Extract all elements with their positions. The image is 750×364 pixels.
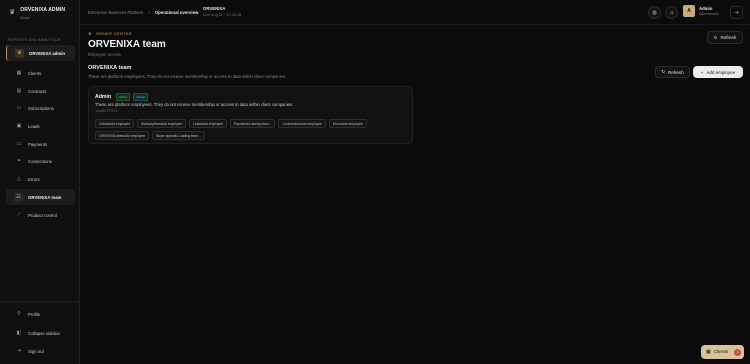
tenant-info: ORVENIXA Mon Aug 11 · 22:48:18 [203,6,241,17]
floating-clients-button[interactable]: ▦ Clients 1 [701,345,744,359]
breadcrumb: Enterprise Business Platform › Operation… [88,10,198,15]
users-icon: ☷ [14,192,23,202]
logout-icon: ⇥ [734,9,739,16]
sidebar-item-orvenixa-admin[interactable]: ♛ ORVENIXA admin [6,45,75,61]
permission-chip[interactable]: LeadsAdd employee [189,119,228,128]
sidebar-item-label: ORVENIXA admin [29,50,66,56]
collapse-icon: ◧ [16,330,22,336]
page-overline-text: OWNER CENTER [95,31,132,36]
permission-chip[interactable]: SubscriptionsAdd employee [137,119,187,128]
sidebar-item-orvenixa-team[interactable]: ☷ ORVENIXA team [6,189,75,205]
notifications-button[interactable]: ♫ [665,6,678,19]
wallet-icon: ▭ [16,141,22,147]
sidebar-item-label: Contracts [28,88,47,94]
team-section-title: ORVENIXA team [88,65,132,71]
permission-chip[interactable]: PaymentsLoading team... [230,119,276,128]
team-section-description: These are platform employees. They do no… [88,74,287,79]
user-icon: ⚲ [17,311,21,317]
crown-icon: ♛ [15,48,24,58]
inbox-icon: ▣ [16,123,22,129]
breadcrumb-current: Operational overview [154,10,199,15]
crown-icon: ♛ [9,9,16,16]
page-subtitle: Employee access [88,52,121,57]
breadcrumb-root[interactable]: Enterprise Business Platform [88,10,143,15]
sidebar-item-sign-out[interactable]: ⇥ Sign out [6,343,75,359]
brand[interactable]: ♛ ORVENIXA ADMIN Buyer [0,0,79,29]
logout-icon: ⇥ [16,348,22,354]
add-employee-button[interactable]: + Add employee [693,66,743,78]
sidebar-item-label: Clients [28,70,42,76]
page-title: ORVENIXA team [88,39,166,50]
sidebar-item-leads[interactable]: ▣ Leads [6,118,75,134]
sidebar: ♛ ORVENIXA ADMIN Buyer REPORTS AND ANALY… [0,0,80,364]
floating-clients-label: Clients [713,349,729,355]
sidebar-item-clients[interactable]: ▦ Clients [6,65,75,81]
sidebar-item-errors[interactable]: △ Errors [6,171,75,187]
logout-button[interactable]: ⇥ [730,6,743,19]
user-role: Administrator [699,12,719,16]
tenant-name: ORVENIXA [203,6,226,11]
notification-count-badge: 1 [734,348,742,356]
role-badge: Owner [133,93,149,101]
crown-icon: ♛ [88,32,92,36]
sidebar-item-label: Payments [28,141,48,147]
globe-icon: ◍ [652,9,657,16]
add-employee-label: Add employee [706,69,736,75]
sidebar-item-label: Product control [28,212,57,218]
permission-chip[interactable]: ORVENIXA teamAdd employee [95,131,150,140]
page-overline: ♛ OWNER CENTER [88,31,132,37]
employee-card[interactable]: Admin Active Owner These are platform em… [88,86,413,144]
sidebar-item-label: ORVENIXA team [28,194,62,200]
sidebar-item-label: Profile [28,311,41,317]
team-refresh-label: Refresh [668,69,684,75]
topbar: Enterprise Business Platform › Operation… [80,0,750,25]
sidebar-item-subscriptions[interactable]: ▭ Subscriptions [6,100,75,116]
sidebar-item-collapse[interactable]: ◧ Collapse sidebar [6,325,75,341]
building-icon: ▦ [706,349,711,355]
permission-chips: ClientsAdd employee SubscriptionsAdd emp… [95,119,395,140]
document-icon: ▤ [16,88,22,94]
sliders-icon: ⟋ [17,212,21,218]
permission-chip[interactable]: ConnectionsAdd employee [278,119,326,128]
permission-chip[interactable]: Buyer appeals Loading team... [152,131,205,140]
sidebar-item-connections[interactable]: ⚭ Connections [6,153,75,169]
page-refresh-label: Refresh [720,35,737,40]
refresh-icon: ↻ [713,34,718,40]
sidebar-item-label: Errors [28,176,40,182]
employee-card-header: Admin Active Owner [95,93,149,101]
brand-title: ORVENIXA ADMIN [20,7,66,13]
sidebar-item-label: Collapse sidebar [28,330,61,336]
breadcrumb-separator: › [148,10,150,15]
permission-chip[interactable]: ErrorsAdd employee [328,119,367,128]
employee-code: Y8dE07T0C1 [95,109,119,113]
employee-description: These are platform employees. They do no… [95,102,294,107]
sidebar-item-payments[interactable]: ▭ Payments [6,136,75,152]
sidebar-item-label: Leads [28,123,40,129]
link-icon: ⚭ [16,158,22,164]
user-name: Admin [699,6,713,11]
card-icon: ▭ [16,105,22,111]
sidebar-item-label: Sign out [28,348,44,354]
sidebar-item-contracts[interactable]: ▤ Contracts [6,83,75,99]
user-menu[interactable]: A Admin Administrator [683,5,719,17]
language-button[interactable]: ◍ [648,6,661,19]
page-refresh-button[interactable]: ↻ Refresh [707,31,743,44]
sidebar-item-product-control[interactable]: ⟋ Product control [6,207,75,223]
alert-icon: △ [17,176,21,182]
sidebar-item-label: Subscriptions [28,105,54,111]
permission-chip[interactable]: ClientsAdd employee [95,119,135,128]
sidebar-item-label: Connections [28,158,52,164]
status-badge: Active [116,93,131,101]
plus-icon: + [700,69,704,75]
brand-subtitle: Buyer [20,15,31,20]
sidebar-divider [0,301,80,302]
building-icon: ▦ [16,70,22,76]
refresh-icon: ↻ [661,69,665,74]
employee-name: Admin [95,94,112,100]
bell-icon: ♫ [669,9,674,16]
team-refresh-button[interactable]: ↻ Refresh [655,66,690,78]
tenant-date: Mon Aug 11 · 22:48:18 [203,13,242,17]
avatar: A [683,5,695,17]
sidebar-item-profile[interactable]: ⚲ Profile [6,306,75,322]
